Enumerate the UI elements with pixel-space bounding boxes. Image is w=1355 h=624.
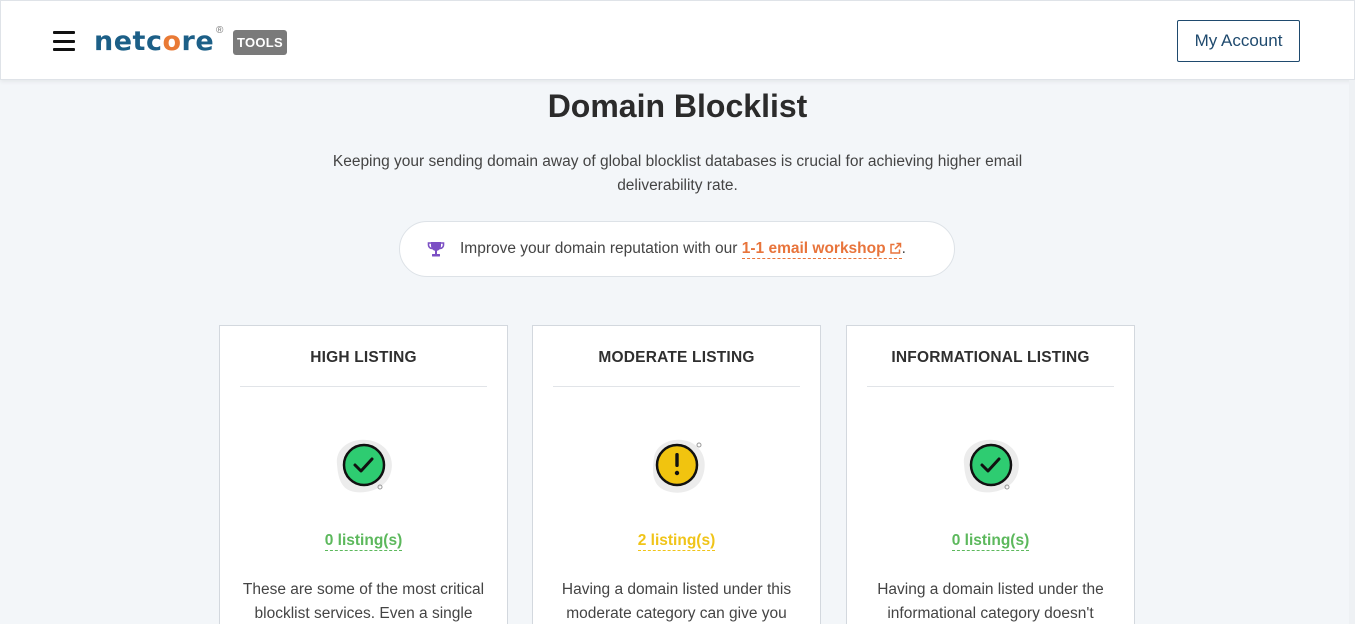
email-workshop-link-label: 1-1 email workshop <box>741 239 886 257</box>
logo-wordmark: netcore <box>94 25 215 57</box>
card-divider <box>553 386 800 387</box>
card-title: HIGH LISTING <box>310 349 417 366</box>
card-divider <box>240 386 487 387</box>
high-listing-count[interactable]: 0 listing(s) <box>220 532 507 551</box>
check-circle-icon <box>956 434 1024 498</box>
promo-text: Improve your domain reputation with our <box>460 240 742 257</box>
card-description: Having a domain listed under the informa… <box>877 581 1104 622</box>
card-title: MODERATE LISTING <box>598 349 755 366</box>
warning-circle-icon <box>642 434 710 498</box>
page-title: Domain Blocklist <box>547 88 808 124</box>
workshop-promo-banner: Improve your domain reputation with our … <box>399 221 955 277</box>
card-description: These are some of the most critical bloc… <box>242 581 485 622</box>
card-description: Having a domain listed under this modera… <box>561 581 792 622</box>
tools-badge: TOOLS <box>233 30 287 55</box>
card-divider <box>867 386 1114 387</box>
promo-suffix: . <box>901 240 906 257</box>
informational-listing-card: INFORMATIONAL LISTING 0 listing(s) Havin… <box>846 325 1135 624</box>
page-subtitle: Keeping your sending domain away of glob… <box>332 153 1023 194</box>
moderate-listing-count[interactable]: 2 listing(s) <box>533 532 820 551</box>
hamburger-menu-icon[interactable] <box>53 31 75 51</box>
informational-listing-count[interactable]: 0 listing(s) <box>847 532 1134 551</box>
page-scrollbar[interactable] <box>1349 80 1355 624</box>
moderate-listing-card: MODERATE LISTING 2 listing(s) Having a d… <box>532 325 821 624</box>
trophy-icon <box>427 240 445 258</box>
top-header: netcore ® TOOLS My Account <box>0 0 1355 80</box>
high-listing-card: HIGH LISTING 0 listing(s) These are some… <box>219 325 508 624</box>
email-workshop-link[interactable]: 1-1 email workshop <box>741 239 902 259</box>
external-link-icon <box>889 242 902 255</box>
netcore-logo[interactable]: netcore ® <box>94 23 223 59</box>
card-title: INFORMATIONAL LISTING <box>891 349 1090 366</box>
registered-mark: ® <box>216 25 224 36</box>
check-circle-icon <box>329 434 397 498</box>
my-account-button[interactable]: My Account <box>1177 20 1300 62</box>
